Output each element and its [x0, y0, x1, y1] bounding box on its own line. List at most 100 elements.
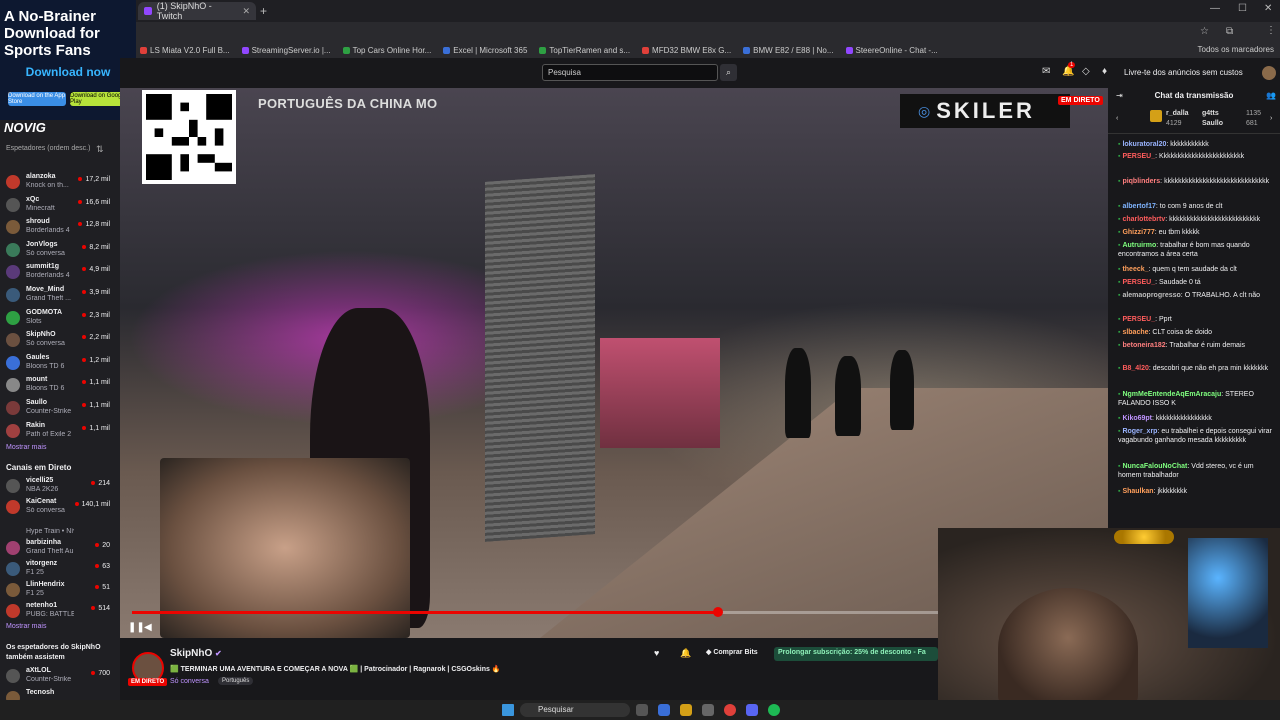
bookmark-item[interactable]: BMW E82 / E88 | No... [743, 45, 834, 55]
store-icon[interactable] [702, 704, 714, 716]
file-explorer-icon[interactable] [680, 704, 692, 716]
progress-knob[interactable] [712, 607, 723, 617]
chat-users-icon[interactable]: 👥 [1266, 91, 1276, 100]
windows-start-icon[interactable] [502, 704, 514, 716]
sidebar-channel[interactable]: shroud Borderlands 4 12,8 mil [0, 217, 112, 239]
live-dot-icon [82, 403, 87, 407]
chat-username[interactable]: Roger_xrp [1122, 428, 1157, 435]
sidebar-channel[interactable]: LlinHendrix F1 25 51 [0, 580, 112, 602]
sidebar-channel[interactable]: xQc Minecraft 16,6 mil [0, 195, 112, 217]
extensions-icon[interactable]: ⧉ [1226, 26, 1233, 37]
prev-icon[interactable]: ‹ [1116, 115, 1118, 122]
streamer-name[interactable]: SkipNhO ✔ [170, 648, 222, 659]
next-icon[interactable]: › [1270, 115, 1272, 122]
sidebar-channel[interactable]: vitorgenz F1 25 63 [0, 559, 112, 581]
search-button[interactable]: ⌕ [720, 64, 737, 81]
minimize-icon[interactable]: — [1210, 3, 1220, 14]
chat-username[interactable]: PERSEU_ [1122, 153, 1155, 160]
all-bookmarks[interactable]: Todos os marcadores [1198, 45, 1274, 54]
sidebar-channel[interactable]: KaiCenat Só conversa 140,1 mil [0, 497, 112, 519]
follow-heart-icon[interactable]: ♥ [654, 648, 659, 658]
user-avatar[interactable] [1262, 66, 1276, 80]
windows-taskbar: Pesquisar [0, 700, 1280, 720]
chat-username[interactable]: theeck_ [1122, 266, 1148, 273]
sidebar-channel[interactable]: mount Bloons TD 6 1,1 mil [0, 375, 112, 397]
ad-download-link[interactable]: Download now [4, 65, 132, 79]
browser-tab-twitch[interactable]: (1) SkipNhO - Twitch ✕ [138, 1, 256, 21]
sidebar-channel[interactable]: Hype Train • Nível 37 [0, 518, 112, 540]
task-view-icon[interactable] [636, 704, 648, 716]
bookmark-item[interactable]: TopTierRamen and s... [539, 46, 630, 55]
chat-username[interactable]: PERSEU_ [1122, 316, 1155, 323]
bookmark-label: BMW E82 / E88 | No... [753, 45, 834, 55]
sidebar-channel[interactable]: netenho1PUBG: BATTLE... 514 [0, 601, 112, 623]
close-window-icon[interactable]: ✕ [1264, 3, 1272, 14]
bookmark-item[interactable]: Top Cars Online Hor... [342, 46, 431, 55]
notification-bell-icon[interactable]: 🔔 [680, 648, 691, 659]
sidebar-channel[interactable]: Rakin Path of Exile 2 1,1 mil [0, 421, 112, 443]
chat-username[interactable]: Ghizzi777 [1122, 229, 1154, 236]
pause-icon[interactable]: ❚❚ [128, 622, 145, 633]
volume-icon[interactable]: ◀ [144, 622, 152, 633]
sidebar-channel[interactable]: summit1g Borderlands 4 4,9 mil [0, 262, 112, 284]
app-store-badge[interactable]: Download on the App Store [8, 92, 66, 106]
chat-username[interactable]: NuncaFalouNoChat [1122, 463, 1187, 470]
sidebar-channel[interactable]: aXtLOL Counter-Strike 700 [0, 666, 112, 688]
bookmark-item[interactable]: SteereOnline - Chat -... [845, 46, 938, 55]
crown-icon[interactable]: ♦ [1102, 66, 1107, 77]
bookmark-item[interactable]: MFD32 BMW E8x G... [642, 46, 731, 55]
buy-bits-button[interactable]: ◆ Comprar Bits [706, 648, 758, 656]
search-input[interactable]: Pesquisa [542, 64, 718, 81]
sidebar-channel[interactable]: barbizinha Grand Theft Au... 20 [0, 538, 112, 560]
sidebar-channel[interactable]: vicelli25 NBA 2K26 214 [0, 476, 112, 498]
chat-username[interactable]: charlottebrtv [1122, 216, 1165, 223]
chat-username[interactable]: Shaulkan [1122, 488, 1153, 495]
language-tag[interactable]: Português [218, 677, 254, 685]
chat-username[interactable]: Kiko69pt [1122, 415, 1152, 422]
star-icon[interactable]: ☆ [1200, 26, 1209, 37]
sidebar-channel[interactable]: Move_Mind Grand Theft ... 3,9 mil [0, 285, 112, 307]
stream-category[interactable]: Só conversa [170, 678, 209, 685]
menu-icon[interactable]: ⋮ [1266, 25, 1276, 36]
sidebar-channel[interactable]: SkipNhO Só conversa 2,2 mil [0, 330, 112, 352]
sidebar-channel[interactable]: alanzoka Knock on th... 17,2 mil [0, 172, 112, 194]
spotify-icon[interactable] [768, 704, 780, 716]
chat-username[interactable]: PERSEU_ [1122, 279, 1155, 286]
chat-username[interactable]: piqblinders [1122, 178, 1160, 185]
show-more-link[interactable]: Mostrar mais [6, 444, 46, 451]
ad-free-link[interactable]: Livre-te dos anúncios sem custos [1124, 68, 1243, 77]
bookmark-favicon-icon [539, 46, 547, 54]
sort-label[interactable]: Espetadores (ordem desc.) [6, 144, 96, 153]
inbox-icon[interactable]: ✉ [1042, 66, 1050, 77]
chat-username[interactable]: lokuratoral20 [1122, 141, 1166, 148]
chat-username[interactable]: Autruirmo [1122, 242, 1156, 249]
chat-username[interactable]: betoneira182 [1122, 342, 1165, 349]
new-tab-button[interactable]: + [260, 4, 267, 18]
sidebar-channel[interactable]: Gaules Bloons TD 6 1,2 mil [0, 353, 112, 375]
bookmark-item[interactable]: Excel | Microsoft 365 [443, 46, 527, 55]
chat-username[interactable]: NgmMeEntendeAqEmAracaju [1122, 391, 1221, 398]
ad-banner[interactable]: A No-Brainer Download for Sports Fans Do… [0, 0, 136, 120]
live-dot-icon [82, 267, 87, 272]
discord-icon[interactable] [746, 704, 758, 716]
show-more-link-2[interactable]: Mostrar mais [6, 623, 46, 630]
whispers-icon[interactable]: ◇ [1082, 66, 1090, 77]
chat-username[interactable]: B8_4l20 [1122, 365, 1148, 372]
bookmark-item[interactable]: StreamingServer.io |... [241, 46, 331, 55]
sidebar-channel[interactable]: GODMOTA Slots 2,3 mil [0, 308, 112, 330]
taskbar-search[interactable]: Pesquisar [520, 703, 630, 717]
maximize-icon[interactable]: ☐ [1238, 3, 1247, 14]
sort-icon[interactable]: ⇅ [96, 144, 104, 155]
address-bar[interactable]: ☆ ⧉ ⋮ [0, 22, 1280, 42]
tab-close-icon[interactable]: ✕ [242, 6, 250, 17]
chat-username[interactable]: alemaoprogresso [1122, 292, 1180, 299]
subscribe-button[interactable]: Prolongar subscrição: 25% de desconto - … [774, 647, 938, 661]
chat-username[interactable]: slbache [1122, 329, 1148, 336]
chrome-icon[interactable] [724, 704, 736, 716]
sidebar-channel[interactable]: Saullo Counter-Strike 1,1 mil [0, 398, 112, 420]
sidebar-channel[interactable]: JonVlogs Só conversa 8,2 mil [0, 240, 112, 262]
channel-avatar [6, 423, 20, 438]
chat-username[interactable]: albertof17 [1122, 203, 1155, 210]
edge-icon[interactable] [658, 704, 670, 716]
bookmark-item[interactable]: LS Miata V2.0 Full B... [140, 46, 230, 55]
